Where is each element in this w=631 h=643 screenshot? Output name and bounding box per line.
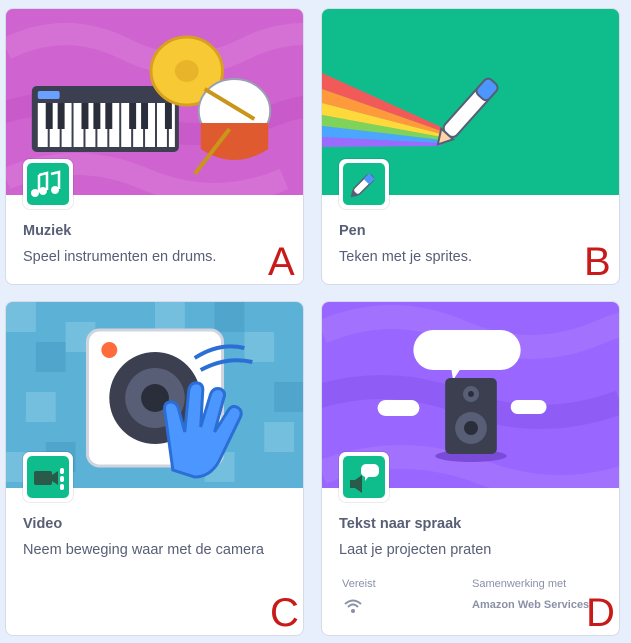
pen-icon-badge <box>339 159 389 209</box>
speech-icon <box>350 464 379 493</box>
video-icon-badge <box>23 452 73 502</box>
card-title: Tekst naar spraak <box>339 516 462 532</box>
requires-label: Vereist <box>342 578 376 590</box>
card-description: Speel instrumenten en drums. <box>23 249 217 265</box>
marker-label: A <box>268 240 295 284</box>
card-title: Video <box>23 516 63 532</box>
wifi-icon <box>344 598 362 614</box>
card-title: Muziek <box>23 223 72 239</box>
video-sensing-icon <box>34 468 64 490</box>
card-description: Teken met je sprites. <box>339 249 472 265</box>
card-title: Pen <box>339 223 366 239</box>
extension-card-video[interactable]: Video Neem beweging waar met de camera <box>5 301 304 636</box>
extension-card-muziek[interactable]: Muziek Speel instrumenten en drums. <box>5 8 304 285</box>
muziek-icon-badge <box>23 159 73 209</box>
partner-value: Amazon Web Services <box>472 599 590 611</box>
extension-card-pen[interactable]: Pen Teken met je sprites. <box>321 8 620 285</box>
extension-card-tekst-naar-spraak[interactable]: Tekst naar spraak Laat je projecten prat… <box>321 301 620 636</box>
marker-label: C <box>270 591 299 635</box>
music-notes-icon <box>31 170 61 197</box>
card-description: Laat je projecten praten <box>339 542 492 558</box>
speech-icon-badge <box>339 452 389 502</box>
marker-label: D <box>586 591 615 635</box>
card-description: Neem beweging waar met de camera <box>23 542 264 558</box>
partner-label: Samenwerking met <box>472 578 567 590</box>
marker-label: B <box>584 240 611 284</box>
pen-icon <box>350 173 375 198</box>
